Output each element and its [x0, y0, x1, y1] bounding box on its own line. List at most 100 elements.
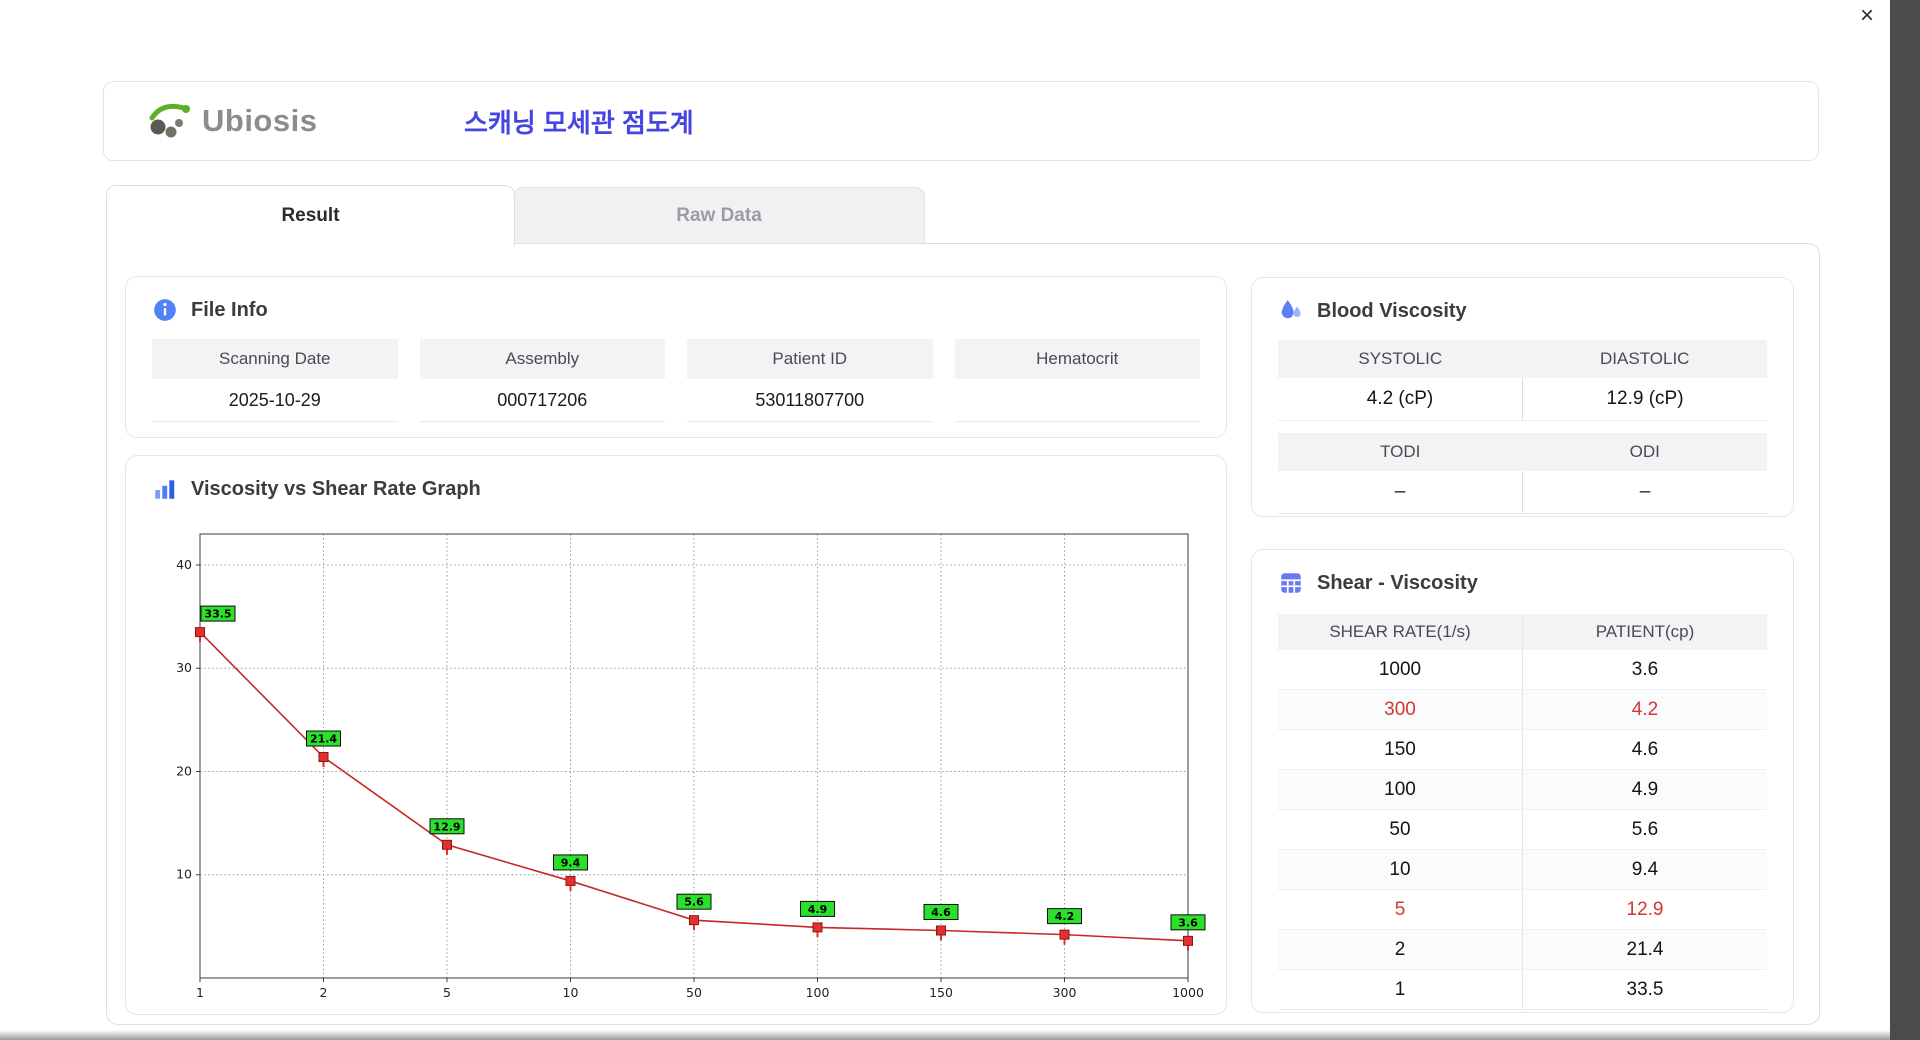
svg-text:4.6: 4.6 [931, 906, 951, 919]
diastolic-header: DIASTOLIC [1600, 349, 1690, 368]
shear-rate-column-header: SHEAR RATE(1/s) [1278, 614, 1523, 650]
window-bottom-edge [0, 1030, 1890, 1040]
field-value: 53011807700 [687, 379, 933, 422]
field-value: 000717206 [419, 379, 665, 422]
patient-cell: 4.6 [1631, 739, 1659, 760]
file-info-title-row: File Info [126, 277, 1226, 323]
tab-result-label: Result [281, 205, 340, 226]
svg-text:30: 30 [176, 660, 192, 675]
sv-header-row: SHEAR RATE(1/s) PATIENT(cp) [1278, 614, 1767, 650]
graph-title: Viscosity vs Shear Rate Graph [191, 477, 481, 500]
svg-text:2: 2 [320, 985, 328, 1000]
table-row: 2 21.4 [1278, 930, 1767, 970]
graph-title-row: Viscosity vs Shear Rate Graph [126, 456, 1226, 502]
table-row: 100 4.9 [1278, 770, 1767, 810]
svg-text:4.9: 4.9 [808, 903, 828, 916]
odi-header: ODI [1629, 442, 1660, 461]
systolic-header: SYSTOLIC [1358, 349, 1443, 368]
close-button[interactable]: × [1852, 2, 1882, 30]
info-icon [154, 299, 176, 321]
shear-rate-cell: 1 [1278, 970, 1523, 1009]
svg-text:20: 20 [176, 763, 192, 778]
blood-viscosity-title-row: Blood Viscosity [1252, 278, 1793, 324]
table-row: 1000 3.6 [1278, 650, 1767, 690]
svg-text:1000: 1000 [1172, 985, 1204, 1000]
field-hematocrit: Hematocrit [954, 339, 1200, 422]
field-label: Patient ID [687, 339, 933, 379]
patient-cell: 5.6 [1631, 819, 1659, 840]
viscosity-shear-chart: 10 20 30 40 1 2 5 10 50 100 150 300 1000 33.5 21.4 12.9… [176, 533, 1206, 1000]
systolic-value: 4.2 (cP) [1278, 378, 1523, 420]
systolic-diastolic-pair: SYSTOLIC DIASTOLIC 4.2 (cP) 12.9 (cP) [1278, 340, 1767, 421]
table-row: 300 4.2 [1278, 690, 1767, 730]
svg-text:4.2: 4.2 [1055, 910, 1075, 923]
blood-viscosity-table: SYSTOLIC DIASTOLIC 4.2 (cP) 12.9 (cP) TO… [1278, 340, 1767, 514]
shear-rate-cell: 100 [1278, 770, 1523, 809]
chart-area: 10 20 30 40 1 2 5 10 50 100 150 300 1000 33.5 21.4 12.9… [166, 522, 1211, 1007]
field-assembly: Assembly 000717206 [419, 339, 665, 422]
bv-header-row: SYSTOLIC DIASTOLIC [1278, 340, 1767, 378]
patient-cell: 3.6 [1631, 659, 1659, 680]
table-icon [1281, 573, 1301, 593]
blood-viscosity-title: Blood Viscosity [1317, 299, 1467, 322]
patient-cell: 4.9 [1631, 779, 1659, 800]
patient-cell: 9.4 [1631, 859, 1659, 880]
patient-cell: 21.4 [1626, 939, 1664, 960]
shear-rate-cell: 2 [1278, 930, 1523, 969]
blood-viscosity-card: Blood Viscosity SYSTOLIC DIASTOLIC 4.2 (… [1251, 277, 1794, 517]
svg-text:300: 300 [1053, 985, 1077, 1000]
file-info-fields: Scanning Date 2025-10-29 Assembly 000717… [152, 339, 1200, 422]
svg-text:9.4: 9.4 [561, 856, 581, 869]
svg-text:150: 150 [929, 985, 953, 1000]
bar-chart-icon [155, 480, 175, 499]
shear-rate-cell: 10 [1278, 850, 1523, 889]
tab-raw-data[interactable]: Raw Data [513, 187, 925, 244]
svg-text:10: 10 [176, 867, 192, 882]
field-value [954, 379, 1200, 422]
bv-value-row: 4.2 (cP) 12.9 (cP) [1278, 378, 1767, 421]
todi-odi-pair: TODI ODI – – [1278, 433, 1767, 514]
viscosity-graph-card: Viscosity vs Shear Rate Graph 10 20 30 40 1 2… [125, 455, 1227, 1015]
bv-value-row: – – [1278, 471, 1767, 514]
shear-viscosity-title-row: Shear - Viscosity [1252, 550, 1793, 596]
tab-raw-data-label: Raw Data [676, 205, 762, 226]
file-info-title: File Info [191, 298, 268, 321]
table-row: 50 5.6 [1278, 810, 1767, 850]
todi-value: – [1278, 471, 1523, 513]
svg-text:3.6: 3.6 [1178, 916, 1198, 929]
svg-text:100: 100 [806, 985, 830, 1000]
field-label: Scanning Date [152, 339, 398, 379]
logo: Ubiosis [148, 82, 317, 160]
todi-header: TODI [1380, 442, 1421, 461]
field-patient-id: Patient ID 53011807700 [687, 339, 933, 422]
odi-value: – [1639, 481, 1651, 502]
app-header: Ubiosis 스캐닝 모세관 점도계 [103, 81, 1819, 161]
tab-result[interactable]: Result [106, 185, 515, 246]
shear-rate-cell: 1000 [1278, 650, 1523, 689]
page-title: 스캐닝 모세관 점도계 [464, 107, 694, 138]
shear-rate-cell: 150 [1278, 730, 1523, 769]
svg-text:5.6: 5.6 [684, 896, 704, 909]
patient-column-header: PATIENT(cp) [1595, 622, 1695, 641]
patient-cell: 12.9 [1626, 899, 1664, 920]
shear-rate-cell: 300 [1278, 690, 1523, 729]
field-label: Assembly [419, 339, 665, 379]
field-scanning-date: Scanning Date 2025-10-29 [152, 339, 398, 422]
field-label: Hematocrit [954, 339, 1200, 379]
shear-viscosity-table: SHEAR RATE(1/s) PATIENT(cp) 1000 3.6 300… [1278, 614, 1767, 1010]
table-row: 5 12.9 [1278, 890, 1767, 930]
ubiosis-logo-icon [149, 103, 190, 138]
svg-text:5: 5 [443, 985, 451, 1000]
shear-rate-cell: 5 [1278, 890, 1523, 929]
table-row: 1 33.5 [1278, 970, 1767, 1010]
svg-text:33.5: 33.5 [204, 608, 231, 621]
bv-header-row: TODI ODI [1278, 433, 1767, 471]
shear-viscosity-title: Shear - Viscosity [1317, 571, 1478, 594]
shear-viscosity-card: Shear - Viscosity SHEAR RATE(1/s) PATIEN… [1251, 549, 1794, 1013]
droplet-icon [1281, 300, 1301, 319]
patient-cell: 33.5 [1626, 979, 1664, 1000]
sv-body: 1000 3.6 300 4.2 150 4.6 100 4.9 50 5.6 … [1278, 650, 1767, 1010]
shear-rate-cell: 50 [1278, 810, 1523, 849]
patient-cell: 4.2 [1631, 699, 1659, 720]
diastolic-value: 12.9 (cP) [1606, 388, 1684, 409]
